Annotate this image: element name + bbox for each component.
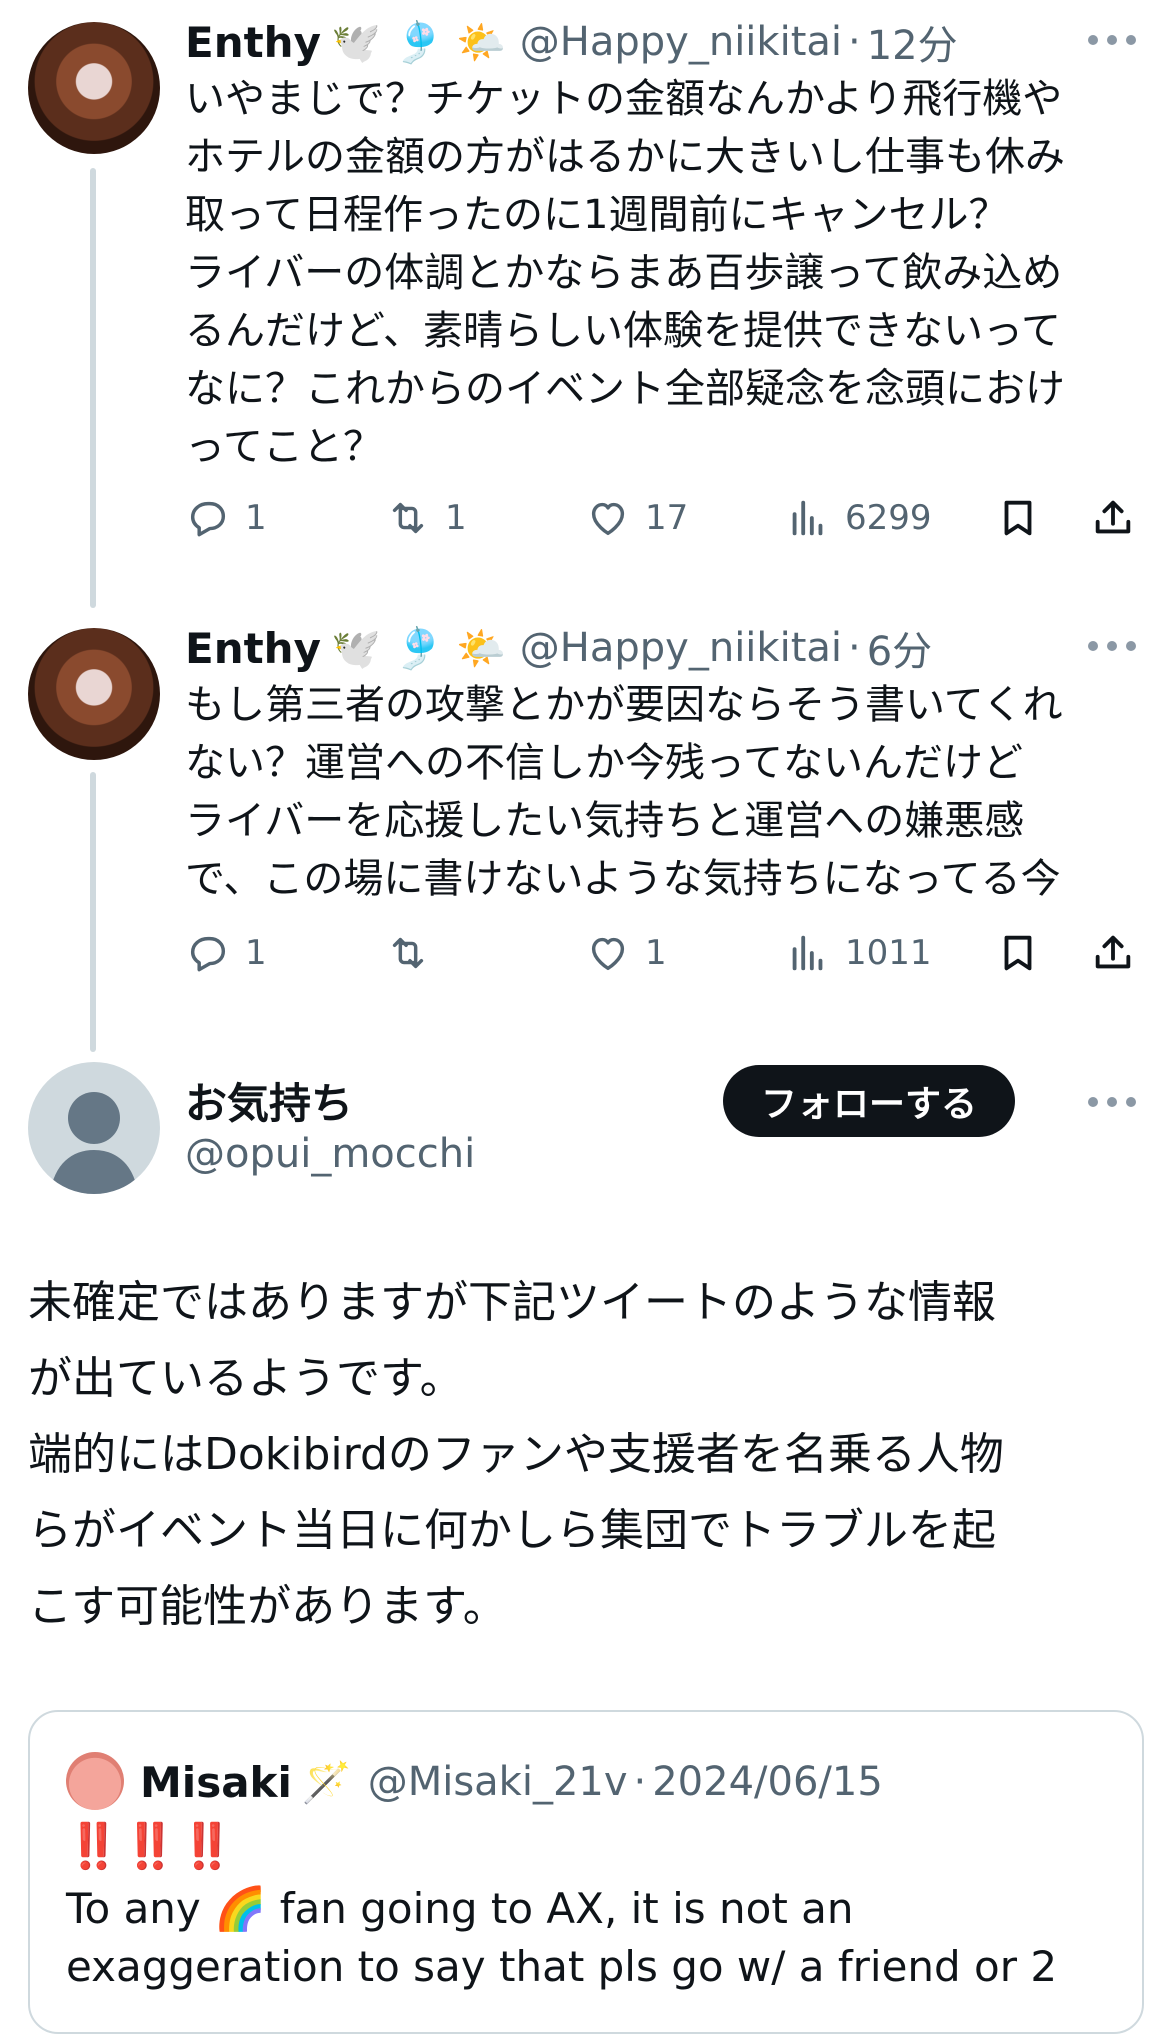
share-icon [1095,935,1131,969]
bookmark-button[interactable] [995,925,1041,981]
user-handle[interactable]: @opui_mocchi [185,1131,475,1177]
bookmark-icon [1004,935,1032,971]
reply-count: 1 [245,933,267,973]
default-avatar-icon [50,1092,138,1194]
views-icon [792,935,823,971]
like-count: 1 [645,933,667,973]
like-icon [591,502,625,536]
reply-count: 1 [245,498,267,538]
retweet-icon [392,502,424,534]
bookmark-icon [1004,500,1032,536]
action-bar: 1 1 1011 [185,925,1135,981]
quote-header: Misaki 🪄 @Misaki_21v · 2024/06/15 [140,1750,883,1814]
handle-row: @opui_mocchi [185,1124,475,1184]
display-name[interactable]: お気持ち [185,1070,353,1131]
more-icon[interactable] [1088,636,1136,656]
avatar[interactable] [28,22,160,154]
display-name[interactable]: Misaki [140,1758,292,1807]
quoted-tweet[interactable]: Misaki 🪄 @Misaki_21v · 2024/06/15 ‼️‼️‼️… [28,1710,1144,2034]
follow-button[interactable]: フォローする [722,1065,1015,1137]
tweet-text: いやまじで？チケットの金額なんかより飛行機や ホテルの金額の方がはるかに大きいし… [185,76,1065,470]
retweet-icon [392,937,424,969]
share-button[interactable] [1090,490,1136,546]
tweet-text: 未確定ではありますが下記ツイートのような情報 が出ているようです。 端的にはDo… [28,1277,1004,1632]
retweet-button[interactable]: 1 [385,490,467,546]
avatar[interactable] [28,1062,160,1194]
share-button[interactable] [1090,925,1136,981]
retweet-count: 1 [445,498,467,538]
more-icon[interactable] [1088,1092,1136,1112]
user-handle[interactable]: @Happy_niikitai [520,625,842,671]
like-button[interactable]: 1 [585,925,667,981]
reply-button[interactable]: 1 [185,490,267,546]
tweet-text: もし第三者の攻撃とかが要因ならそう書いてくれ ない？運営への不信しか今残ってない… [185,682,1063,902]
thread-line [90,772,96,1052]
share-icon [1095,500,1131,534]
name-emojis: 🕊️ 🎐 🌤️ [330,625,506,672]
like-icon [591,937,625,971]
reply-icon [190,936,226,972]
reply-button[interactable]: 1 [185,925,267,981]
display-name[interactable]: Enthy [185,624,321,673]
name-emojis: 🕊️ 🎐 🌤️ [330,19,506,66]
quote-text: To any 🌈 fan going to AX, it is not an e… [66,1884,1058,1991]
user-handle[interactable]: @Happy_niikitai [520,19,842,65]
retweet-button[interactable] [385,925,445,981]
like-count: 17 [645,498,689,538]
tweet-header: お気持ち [185,1070,353,1130]
avatar[interactable] [66,1752,124,1810]
separator-dot: · [633,1759,647,1805]
reply-icon [190,501,226,537]
timestamp[interactable]: 12分 [867,13,958,71]
tweet-header: Enthy 🕊️ 🎐 🌤️ @Happy_niikitai · 6分 [185,618,932,678]
views-button[interactable]: 1011 [785,925,932,981]
separator-dot: · [848,625,861,671]
action-bar: 1 1 17 6299 [185,490,1135,546]
exclamation-emojis: ‼️‼️‼️ [66,1821,237,1872]
view-count: 6299 [845,498,932,538]
timestamp[interactable]: 2024/06/15 [652,1759,883,1805]
like-button[interactable]: 17 [585,490,688,546]
user-handle[interactable]: @Misaki_21v [368,1759,628,1805]
bookmark-button[interactable] [995,490,1041,546]
name-emoji: 🪄 [301,1759,352,1806]
timestamp[interactable]: 6分 [867,619,932,677]
views-button[interactable]: 6299 [785,490,932,546]
separator-dot: · [848,19,861,65]
avatar[interactable] [28,628,160,760]
tweet-header: Enthy 🕊️ 🎐 🌤️ @Happy_niikitai · 12分 [185,12,958,72]
views-icon [792,500,823,536]
thread-line [90,168,96,608]
display-name[interactable]: Enthy [185,18,321,67]
more-icon[interactable] [1088,30,1136,50]
view-count: 1011 [845,933,932,973]
